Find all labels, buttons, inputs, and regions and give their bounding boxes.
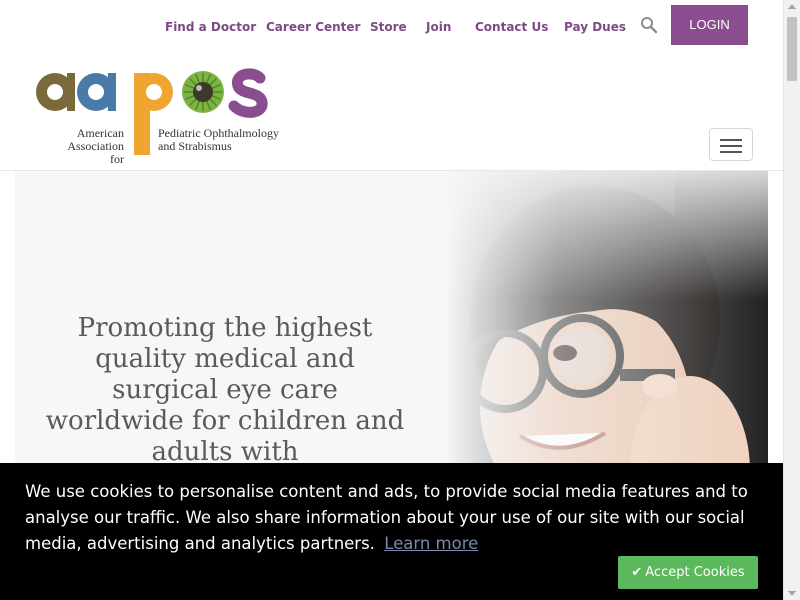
nav-contact-us[interactable]: Contact Us [475,20,548,34]
nav-career-center[interactable]: Career Center [266,20,360,34]
accept-cookies-label: Accept Cookies [645,565,745,580]
cookie-consent-banner: We use cookies to personalise content an… [0,463,783,600]
search-icon[interactable] [640,16,658,34]
nav-join[interactable]: Join [426,20,451,34]
hero-headline: Promoting the highest quality medical an… [45,313,405,467]
hamburger-bar [720,139,742,141]
accept-cookies-button[interactable]: ✔ Accept Cookies [618,556,758,589]
login-button[interactable]: LOGIN [671,5,748,45]
top-navigation: Find a Doctor Career Center Store Join C… [0,0,783,52]
scroll-up-arrow-icon[interactable] [788,4,796,9]
logo-line-strabismus: and Strabismus [158,139,232,153]
page: Find a Doctor Career Center Store Join C… [0,0,800,600]
hamburger-bar [720,151,742,153]
logo-caption-left: American Association for [52,127,124,166]
hamburger-bar [720,145,742,147]
page-scrollbar[interactable] [783,0,800,600]
logo-caption-right: Pediatric Ophthalmology and Strabismus [158,127,288,153]
scroll-down-arrow-icon[interactable] [788,591,796,596]
learn-more-link[interactable]: Learn more [384,534,478,553]
logo-line-association: Association for [67,139,124,166]
nav-pay-dues[interactable]: Pay Dues [564,20,626,34]
scrollbar-thumb[interactable] [787,17,797,81]
nav-store[interactable]: Store [370,20,407,34]
cookie-message-container: We use cookies to personalise content an… [25,479,755,557]
nav-find-a-doctor[interactable]: Find a Doctor [165,20,256,34]
hamburger-menu-button[interactable] [709,128,753,161]
check-icon: ✔ [631,565,643,580]
